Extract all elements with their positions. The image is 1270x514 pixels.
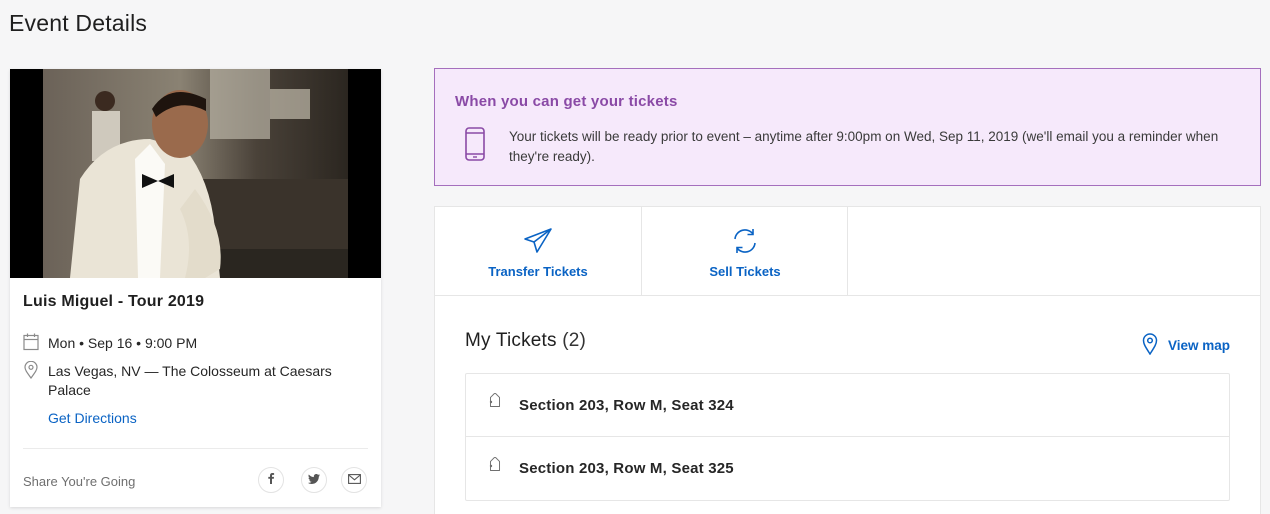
- my-tickets-panel: My Tickets (2) View map Section 203, Row…: [434, 295, 1261, 514]
- list-item[interactable]: Section 203, Row M, Seat 325: [466, 437, 1229, 500]
- list-item[interactable]: Section 203, Row M, Seat 324: [466, 374, 1229, 437]
- notice-title: When you can get your tickets: [455, 93, 678, 110]
- ticket-availability-notice: When you can get your tickets Your ticke…: [434, 68, 1261, 186]
- email-share-button[interactable]: [341, 467, 367, 493]
- calendar-icon: [23, 333, 39, 351]
- facebook-share-button[interactable]: [258, 467, 284, 493]
- ticket-tag-icon: [486, 455, 504, 475]
- divider: [847, 207, 848, 297]
- twitter-share-button[interactable]: [301, 467, 327, 493]
- event-name: Luis Miguel - Tour 2019: [23, 293, 205, 310]
- seat-list: Section 203, Row M, Seat 324 Section 203…: [465, 373, 1230, 501]
- facebook-icon: [266, 471, 276, 489]
- email-icon: [347, 471, 361, 489]
- view-map-label: View map: [1167, 338, 1230, 353]
- mobile-phone-icon: [465, 127, 485, 166]
- ticket-count: (2): [562, 330, 587, 351]
- sell-tickets-label: Sell Tickets: [709, 264, 781, 279]
- event-photo: [10, 69, 381, 278]
- ticket-tag-icon: [486, 392, 504, 411]
- view-map-link[interactable]: View map: [1142, 333, 1230, 358]
- page-title: Event Details: [9, 10, 148, 36]
- location-pin-icon: [23, 360, 39, 380]
- divider: [23, 448, 368, 449]
- notice-text: Your tickets will be ready prior to even…: [509, 129, 1219, 164]
- transfer-tickets-label: Transfer Tickets: [488, 264, 588, 279]
- ticket-actions-panel: Transfer Tickets Sell Tickets: [434, 206, 1261, 297]
- transfer-tickets-button[interactable]: Transfer Tickets: [435, 207, 641, 297]
- seat-label: Section 203, Row M, Seat 325: [519, 460, 734, 477]
- get-directions-link[interactable]: Get Directions: [48, 410, 137, 426]
- refresh-cycle-icon: [731, 227, 759, 255]
- event-card: Luis Miguel - Tour 2019 Mon • Sep 16 • 9…: [10, 69, 381, 507]
- paper-plane-icon: [523, 227, 553, 255]
- event-venue-row: Las Vegas, NV — The Colosseum at Caesars…: [23, 360, 363, 400]
- map-pin-icon: [1142, 333, 1158, 358]
- sell-tickets-button[interactable]: Sell Tickets: [642, 207, 848, 297]
- share-label: Share You're Going: [23, 474, 136, 489]
- event-date-row: Mon • Sep 16 • 9:00 PM: [23, 333, 198, 353]
- seat-label: Section 203, Row M, Seat 324: [519, 396, 734, 414]
- event-date: Mon • Sep 16 • 9:00 PM: [48, 335, 198, 351]
- event-venue: Las Vegas, NV — The Colosseum at Caesars…: [48, 363, 332, 398]
- twitter-icon: [308, 471, 320, 489]
- my-tickets-heading: My Tickets (2): [465, 330, 586, 352]
- my-tickets-title: My Tickets: [465, 330, 557, 351]
